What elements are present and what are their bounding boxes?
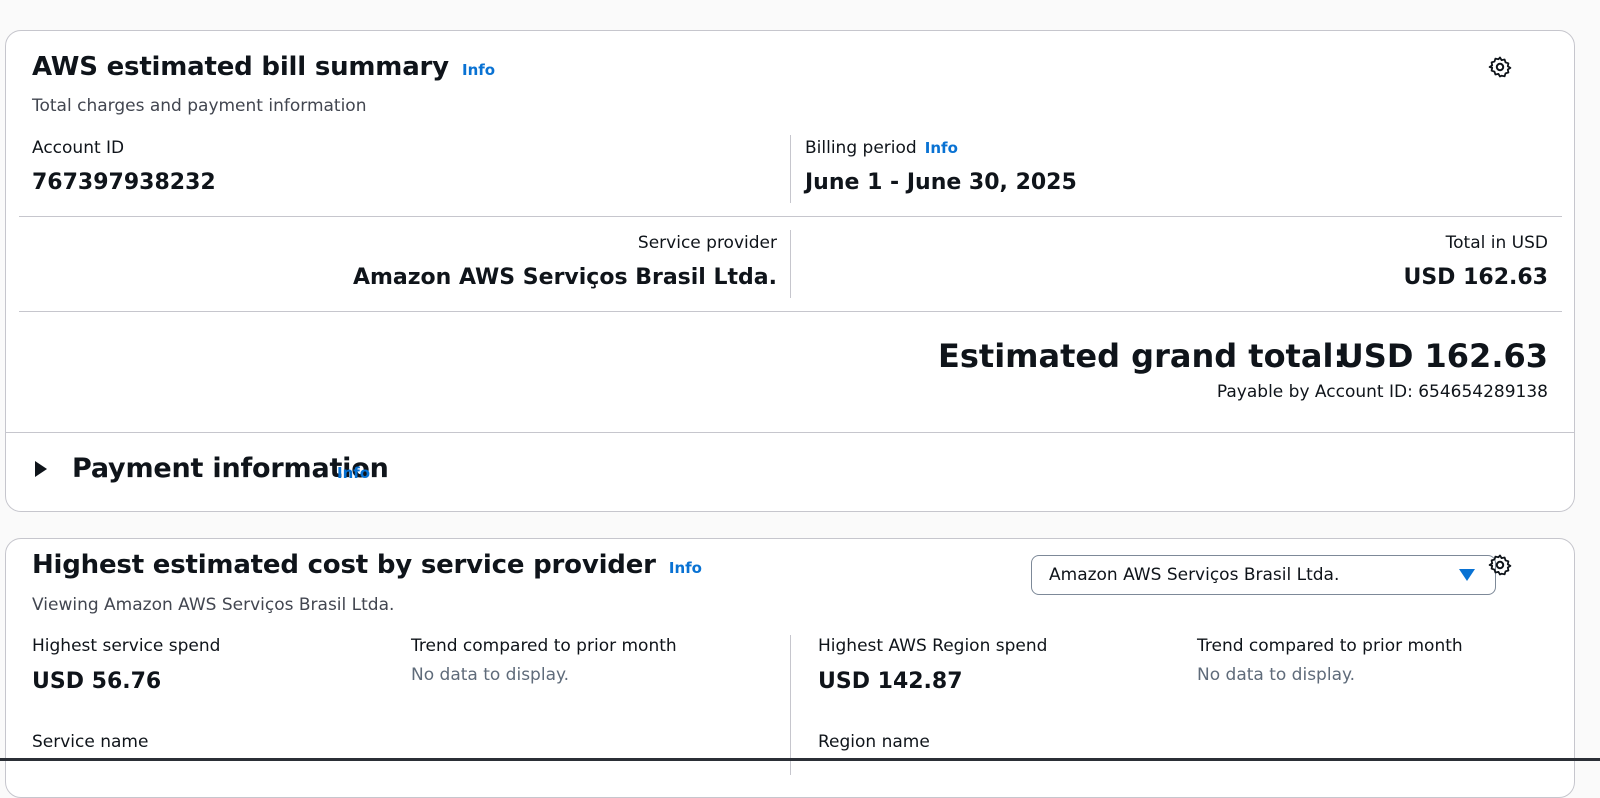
trend-value-region: No data to display. xyxy=(1197,665,1356,685)
highest-region-value: USD 142.87 xyxy=(818,669,963,694)
bill-summary-subtitle: Total charges and payment information xyxy=(32,96,367,116)
bill-summary-card: AWS estimated bill summary Info Total ch… xyxy=(5,30,1575,512)
trend-value-service: No data to display. xyxy=(411,665,570,685)
billing-period-label: Billing period xyxy=(805,138,917,158)
service-provider-select-value: Amazon AWS Serviços Brasil Ltda. xyxy=(1049,565,1340,585)
account-id-value: 767397938232 xyxy=(32,170,216,195)
highest-cost-title: Highest estimated cost by service provid… xyxy=(32,550,656,580)
service-provider-label: Service provider xyxy=(637,233,777,253)
divider xyxy=(790,230,791,298)
total-usd-value: USD 162.63 xyxy=(1403,265,1548,290)
highest-cost-header: Highest estimated cost by service provid… xyxy=(32,550,702,580)
caret-down-icon xyxy=(1459,569,1475,581)
divider xyxy=(19,311,1562,312)
bill-summary-title: AWS estimated bill summary xyxy=(32,52,449,82)
highest-region-label: Highest AWS Region spend xyxy=(818,636,1048,656)
gear-icon[interactable] xyxy=(1488,553,1512,577)
highest-cost-info-link[interactable]: Info xyxy=(669,559,702,577)
region-name-label: Region name xyxy=(818,732,930,752)
billing-period-info-link[interactable]: Info xyxy=(925,139,958,157)
payable-by-account: Payable by Account ID: 654654289138 xyxy=(1216,382,1548,402)
divider xyxy=(19,216,1562,217)
service-provider-value: Amazon AWS Serviços Brasil Ltda. xyxy=(352,265,777,290)
highest-service-label: Highest service spend xyxy=(32,636,221,656)
bill-summary-info-link[interactable]: Info xyxy=(462,61,495,79)
billing-period-header: Billing period Info xyxy=(805,138,958,158)
grand-total-value: USD 162.63 xyxy=(1337,337,1548,375)
divider xyxy=(790,135,791,203)
payment-info-info-link[interactable]: Info xyxy=(337,464,370,482)
caret-right-icon xyxy=(35,461,47,477)
bill-summary-header: AWS estimated bill summary Info xyxy=(32,52,495,82)
divider xyxy=(790,635,791,775)
billing-period-value: June 1 - June 30, 2025 xyxy=(805,170,1077,195)
highest-cost-subtitle: Viewing Amazon AWS Serviços Brasil Ltda. xyxy=(32,595,395,615)
service-provider-select[interactable]: Amazon AWS Serviços Brasil Ltda. xyxy=(1031,555,1496,595)
highest-service-value: USD 56.76 xyxy=(32,669,162,694)
trend-label-service: Trend compared to prior month xyxy=(411,636,677,656)
account-id-label: Account ID xyxy=(32,138,125,158)
gear-icon[interactable] xyxy=(1488,55,1512,79)
service-name-label: Service name xyxy=(32,732,149,752)
trend-label-region: Trend compared to prior month xyxy=(1197,636,1463,656)
divider xyxy=(6,432,1574,433)
total-usd-label: Total in USD xyxy=(1445,233,1548,253)
